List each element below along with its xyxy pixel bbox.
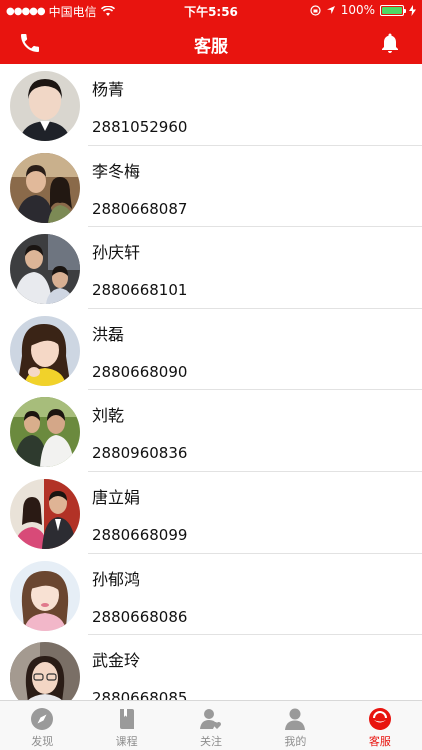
contact-phone: 2880668099	[92, 525, 188, 544]
book-icon	[119, 709, 134, 729]
avatar	[10, 234, 80, 305]
avatar	[10, 478, 80, 549]
contact-phone: 2880668101	[92, 281, 188, 300]
contact-name: 李冬梅	[92, 161, 141, 181]
list-item[interactable]: 洪磊 2880668090	[0, 309, 422, 391]
list-item[interactable]: 武金玲 2880668085	[0, 635, 422, 700]
avatar	[10, 397, 80, 468]
list-item[interactable]: 孙庆轩 2880668101	[0, 227, 422, 309]
contact-list: 杨菁 2881052960 李冬梅 2880668087 孙庆轩 2880668…	[0, 64, 422, 700]
tab-label: 发现	[31, 735, 54, 748]
list-item[interactable]: 唐立娟 2880668099	[0, 472, 422, 554]
list-item[interactable]: 刘乾 2880960836	[0, 390, 422, 472]
contact-name: 孙庆轩	[92, 243, 141, 263]
charging-icon	[409, 4, 416, 16]
list-item[interactable]: 孙郁鸿 2880668086	[0, 554, 422, 636]
tab-course[interactable]: 课程	[84, 701, 168, 750]
contact-phone: 2880960836	[92, 444, 188, 463]
avatar	[10, 560, 80, 631]
lock-rotation-icon	[310, 4, 321, 16]
tab-service[interactable]: 客服	[338, 701, 422, 750]
nav-bar: 客服	[0, 20, 422, 64]
bell-icon[interactable]	[378, 31, 402, 55]
tab-label: 课程	[115, 735, 138, 748]
tab-discover[interactable]: 发现	[0, 701, 84, 750]
contact-phone: 2881052960	[92, 118, 188, 136]
status-right: 100%	[310, 3, 416, 17]
list-item[interactable]: 杨菁 2881052960	[0, 64, 422, 146]
list-item[interactable]: 李冬梅 2880668087	[0, 146, 422, 228]
person-icon	[285, 708, 306, 730]
contact-name: 武金玲	[92, 651, 141, 671]
contact-phone: 2880668090	[92, 362, 188, 381]
page-title: 客服	[194, 37, 228, 57]
avatar	[10, 152, 80, 223]
contact-phone: 2880668085	[92, 689, 188, 700]
tab-follow[interactable]: 关注	[169, 701, 253, 750]
battery-icon	[380, 4, 406, 16]
contact-name: 刘乾	[92, 406, 125, 426]
status-bar: ●●●●● 中国电信 下午5:56 100%	[0, 0, 422, 20]
contact-name: 杨菁	[92, 80, 125, 99]
contact-name: 唐立娟	[92, 487, 141, 507]
person-heart-icon	[200, 709, 221, 729]
location-icon	[326, 6, 335, 14]
avatar	[10, 71, 80, 141]
contact-name: 孙郁鸿	[92, 569, 141, 589]
avatar	[10, 642, 80, 700]
tab-bar: 发现 课程 关注 我的 客服	[0, 700, 422, 750]
tab-label: 关注	[200, 735, 223, 748]
battery-percent: 100%	[340, 3, 375, 17]
compass-icon	[31, 708, 54, 730]
tab-mine[interactable]: 我的	[253, 701, 337, 750]
avatar	[10, 315, 80, 386]
contact-name: 洪磊	[92, 324, 125, 344]
support-icon	[368, 708, 391, 730]
contact-phone: 2880668086	[92, 607, 188, 626]
tab-label: 我的	[284, 735, 307, 748]
tab-label: 客服	[368, 735, 391, 748]
contact-phone: 2880668087	[92, 199, 188, 218]
